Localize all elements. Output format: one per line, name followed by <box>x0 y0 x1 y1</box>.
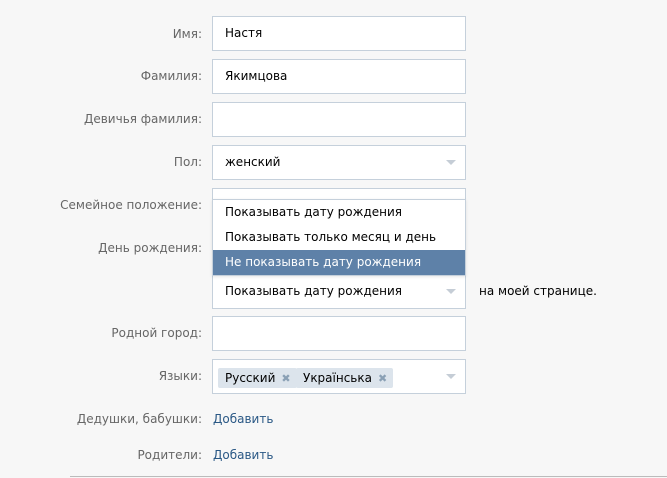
gender-value: женский <box>225 155 281 169</box>
language-tag-label: Русский <box>225 371 276 385</box>
add-grandparents-link[interactable]: Добавить <box>213 412 273 426</box>
dropdown-option-hide-date[interactable]: Не показывать дату рождения <box>213 250 465 275</box>
gender-label: Пол: <box>173 155 202 169</box>
languages-select[interactable]: Русский ✖ Українська ✖ <box>212 359 466 394</box>
chevron-down-icon <box>446 374 456 379</box>
hometown-input[interactable] <box>212 316 466 351</box>
maiden-name-input[interactable] <box>212 102 466 137</box>
birthday-visibility-dropdown: Показывать дату рождения Показывать толь… <box>212 199 466 276</box>
dropdown-option-month-day[interactable]: Показывать только месяц и день <box>213 225 465 250</box>
chevron-down-icon <box>446 289 456 294</box>
first-name-label: Имя: <box>172 27 202 41</box>
maiden-name-label: Девичья фамилия: <box>83 112 202 126</box>
remove-icon[interactable]: ✖ <box>378 372 387 385</box>
relationship-label: Семейное положение: <box>60 198 202 212</box>
birthday-visibility-suffix: на моей странице. <box>479 284 597 298</box>
grandparents-label: Дедушки, бабушки: <box>76 412 202 426</box>
dropdown-option-show-date[interactable]: Показывать дату рождения <box>213 200 465 225</box>
birthday-label: День рождения: <box>98 241 202 255</box>
remove-icon[interactable]: ✖ <box>281 372 290 385</box>
hometown-label: Родной город: <box>111 326 202 340</box>
language-tag-label: Українська <box>303 371 372 385</box>
gender-select[interactable]: женский <box>212 145 466 180</box>
last-name-label: Фамилия: <box>140 69 202 83</box>
first-name-input[interactable]: Настя <box>212 16 466 51</box>
divider <box>70 476 667 477</box>
birthday-visibility-select[interactable]: Показывать дату рождения <box>212 274 466 309</box>
last-name-input[interactable]: Якимцова <box>212 59 466 94</box>
birthday-visibility-value: Показывать дату рождения <box>225 284 402 298</box>
add-parents-link[interactable]: Добавить <box>213 448 273 462</box>
language-tag: Українська ✖ <box>296 368 394 388</box>
parents-label: Родители: <box>137 448 202 462</box>
language-tag: Русский ✖ <box>218 368 297 388</box>
chevron-down-icon <box>446 160 456 165</box>
languages-label: Языки: <box>158 369 202 383</box>
